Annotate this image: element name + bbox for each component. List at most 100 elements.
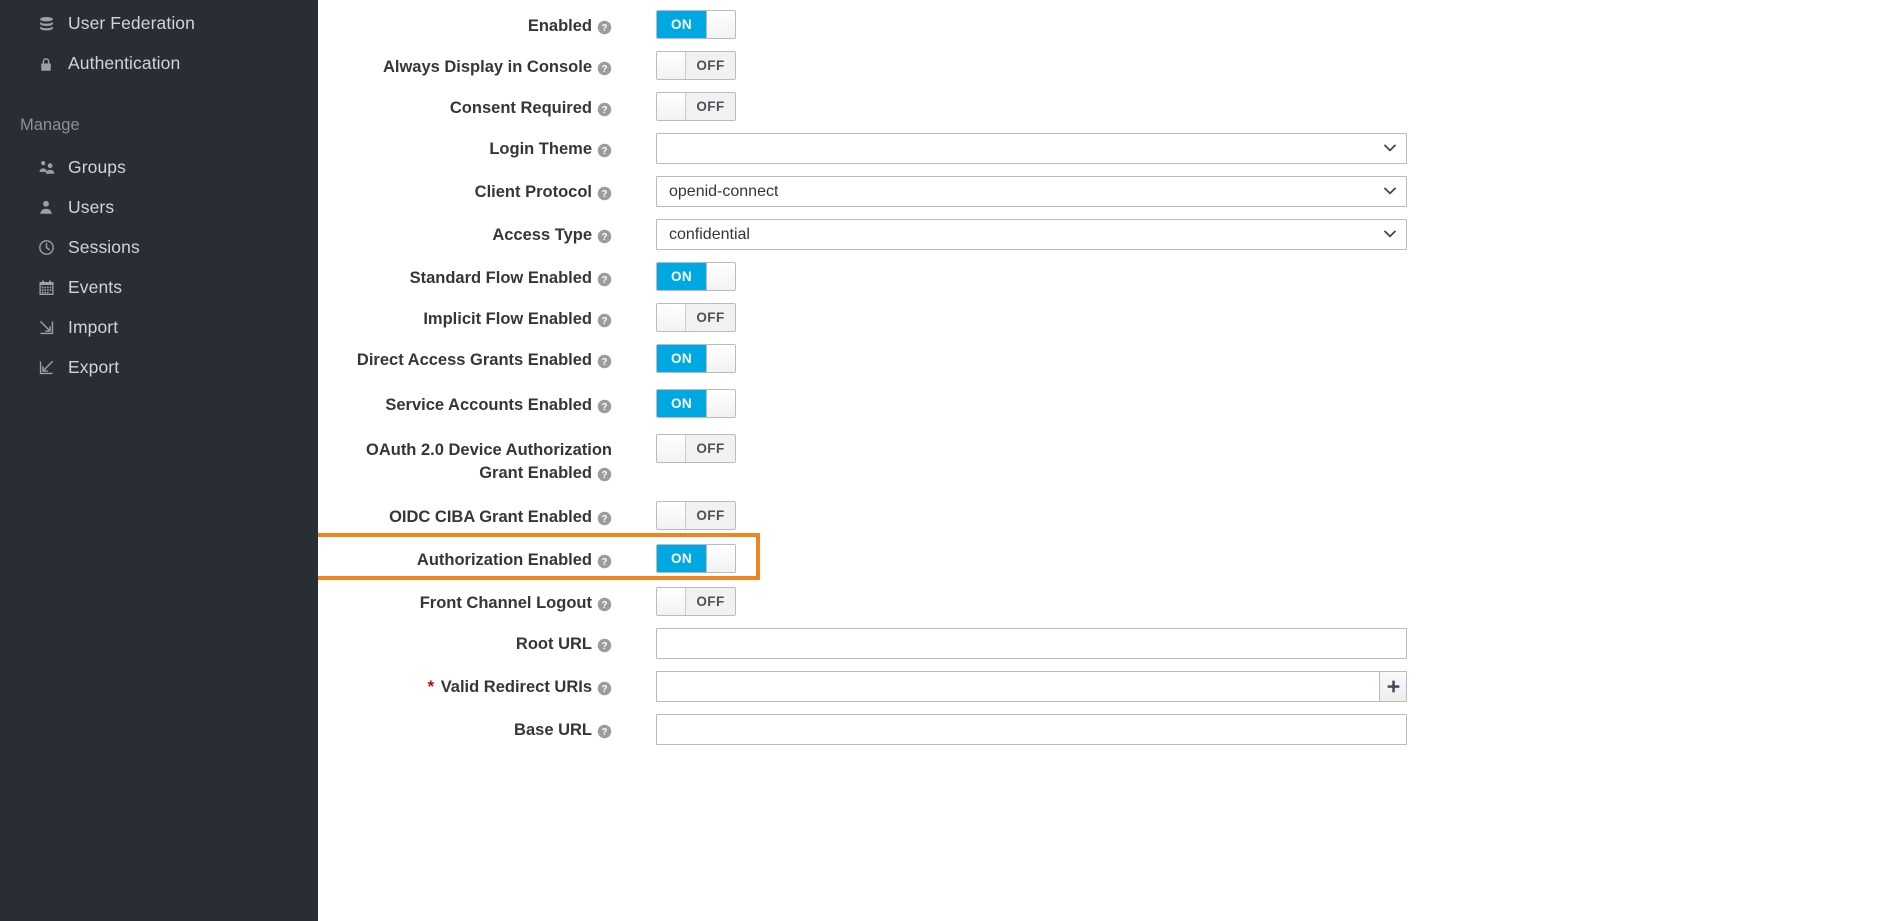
sidebar-item-user-federation[interactable]: User Federation [0, 4, 318, 44]
toggle-switch[interactable]: ON [656, 262, 736, 291]
help-circle-icon[interactable]: ? [597, 354, 612, 369]
toggle-handle[interactable] [706, 345, 735, 372]
help-circle-icon[interactable]: ? [597, 399, 612, 414]
sidebar-item-label: Sessions [68, 236, 140, 257]
toggle-handle[interactable] [657, 435, 686, 462]
toggle-state-label: OFF [686, 304, 735, 331]
svg-text:?: ? [601, 23, 607, 34]
toggle-switch[interactable]: ON [656, 389, 736, 418]
add-redirect-uri-button[interactable] [1379, 671, 1407, 702]
form-row-label: Access Type? [318, 217, 620, 247]
svg-text:?: ? [601, 189, 607, 200]
toggle-switch[interactable]: OFF [656, 501, 736, 530]
users-group-icon [38, 159, 64, 176]
help-circle-icon[interactable]: ? [597, 554, 612, 569]
toggle-handle[interactable] [657, 93, 686, 120]
svg-text:?: ? [601, 275, 607, 286]
toggle-handle[interactable] [657, 52, 686, 79]
svg-text:?: ? [601, 514, 607, 525]
label-text: Client Protocol [474, 183, 592, 201]
select-dropdown[interactable]: confidential [656, 219, 1407, 250]
toggle-switch[interactable]: OFF [656, 303, 736, 332]
toggle-switch[interactable]: OFF [656, 587, 736, 616]
sidebar-item-sessions[interactable]: Sessions [0, 228, 318, 268]
toggle-switch[interactable]: ON [656, 544, 736, 573]
label-text: OAuth 2.0 Device Authorization Grant Ena… [365, 441, 612, 482]
help-circle-icon[interactable]: ? [597, 638, 612, 653]
form-row-control: openid-connect [620, 174, 1895, 207]
help-circle-icon[interactable]: ? [597, 102, 612, 117]
sidebar-item-authentication[interactable]: Authentication [0, 44, 318, 84]
select-dropdown[interactable] [656, 133, 1407, 164]
label-text: Base URL [514, 721, 592, 739]
toggle-handle[interactable] [706, 545, 735, 572]
import-arrow-icon [38, 319, 64, 336]
sidebar-item-users[interactable]: Users [0, 188, 318, 228]
form-row-oidc-ciba-grant-enabled: OIDC CIBA Grant Enabled? OFF [318, 499, 1895, 530]
form-row-control [620, 669, 1895, 702]
form-row-control: OFF [620, 301, 1895, 332]
help-circle-icon[interactable]: ? [597, 272, 612, 287]
form-row-label: Root URL? [318, 626, 620, 656]
export-arrow-icon [38, 359, 64, 376]
svg-text:?: ? [601, 64, 607, 75]
help-circle-icon[interactable]: ? [597, 143, 612, 158]
form-row-control: ON [620, 342, 1895, 373]
form-row-control: ON [620, 387, 1895, 418]
text-input[interactable] [656, 628, 1407, 659]
sidebar-item-import[interactable]: Import [0, 308, 318, 348]
svg-text:?: ? [601, 105, 607, 116]
help-circle-icon[interactable]: ? [597, 61, 612, 76]
help-circle-icon[interactable]: ? [597, 511, 612, 526]
toggle-handle[interactable] [706, 263, 735, 290]
help-circle-icon[interactable]: ? [597, 229, 612, 244]
sidebar-item-export[interactable]: Export [0, 348, 318, 388]
svg-text:?: ? [601, 402, 607, 413]
toggle-handle[interactable] [657, 588, 686, 615]
toggle-switch[interactable]: OFF [656, 434, 736, 463]
form-row-oauth-2-0-device-authorization-grant-enabled: OAuth 2.0 Device Authorization Grant Ena… [318, 432, 1895, 485]
label-text: Enabled [527, 17, 592, 35]
toggle-switch[interactable]: ON [656, 10, 736, 39]
form-row-front-channel-logout: Front Channel Logout? OFF [318, 585, 1895, 616]
toggle-switch[interactable]: ON [656, 344, 736, 373]
select-dropdown[interactable]: openid-connect [656, 176, 1407, 207]
toggle-handle[interactable] [706, 390, 735, 417]
help-circle-icon[interactable]: ? [597, 681, 612, 696]
client-settings-form-area: Enabled? ON Always Display in Console? OFF C… [318, 0, 1895, 921]
form-row-label: Service Accounts Enabled? [318, 387, 620, 417]
help-circle-icon[interactable]: ? [597, 597, 612, 612]
help-circle-icon[interactable]: ? [597, 20, 612, 35]
toggle-handle[interactable] [657, 502, 686, 529]
toggle-handle[interactable] [706, 11, 735, 38]
form-row-label: OAuth 2.0 Device Authorization Grant Ena… [318, 432, 620, 485]
svg-text:?: ? [601, 557, 607, 568]
form-row-enabled: Enabled? ON [318, 8, 1895, 39]
form-row-label: Front Channel Logout? [318, 585, 620, 615]
svg-text:?: ? [601, 727, 607, 738]
lock-icon [38, 56, 64, 73]
form-row-login-theme: Login Theme? [318, 131, 1895, 164]
text-input[interactable] [656, 714, 1407, 745]
help-circle-icon[interactable]: ? [597, 186, 612, 201]
help-circle-icon[interactable]: ? [597, 467, 612, 482]
help-circle-icon[interactable]: ? [597, 724, 612, 739]
form-row-control: ON [620, 8, 1895, 39]
form-row-label: Direct Access Grants Enabled? [318, 342, 620, 372]
form-row-control: OFF [620, 49, 1895, 80]
label-text: Direct Access Grants Enabled [356, 351, 592, 369]
svg-text:?: ? [601, 600, 607, 611]
text-input[interactable] [656, 671, 1379, 702]
label-text: Access Type [492, 226, 592, 244]
toggle-switch[interactable]: OFF [656, 51, 736, 80]
toggle-switch[interactable]: OFF [656, 92, 736, 121]
form-row-control: ON [620, 260, 1895, 291]
label-text: Root URL [515, 635, 592, 653]
form-row-label: Implicit Flow Enabled? [318, 301, 620, 331]
toggle-handle[interactable] [657, 304, 686, 331]
form-row-control: OFF [620, 585, 1895, 616]
sidebar-item-groups[interactable]: Groups [0, 148, 318, 188]
sidebar-item-label: Import [68, 316, 119, 337]
sidebar-item-events[interactable]: Events [0, 268, 318, 308]
help-circle-icon[interactable]: ? [597, 313, 612, 328]
